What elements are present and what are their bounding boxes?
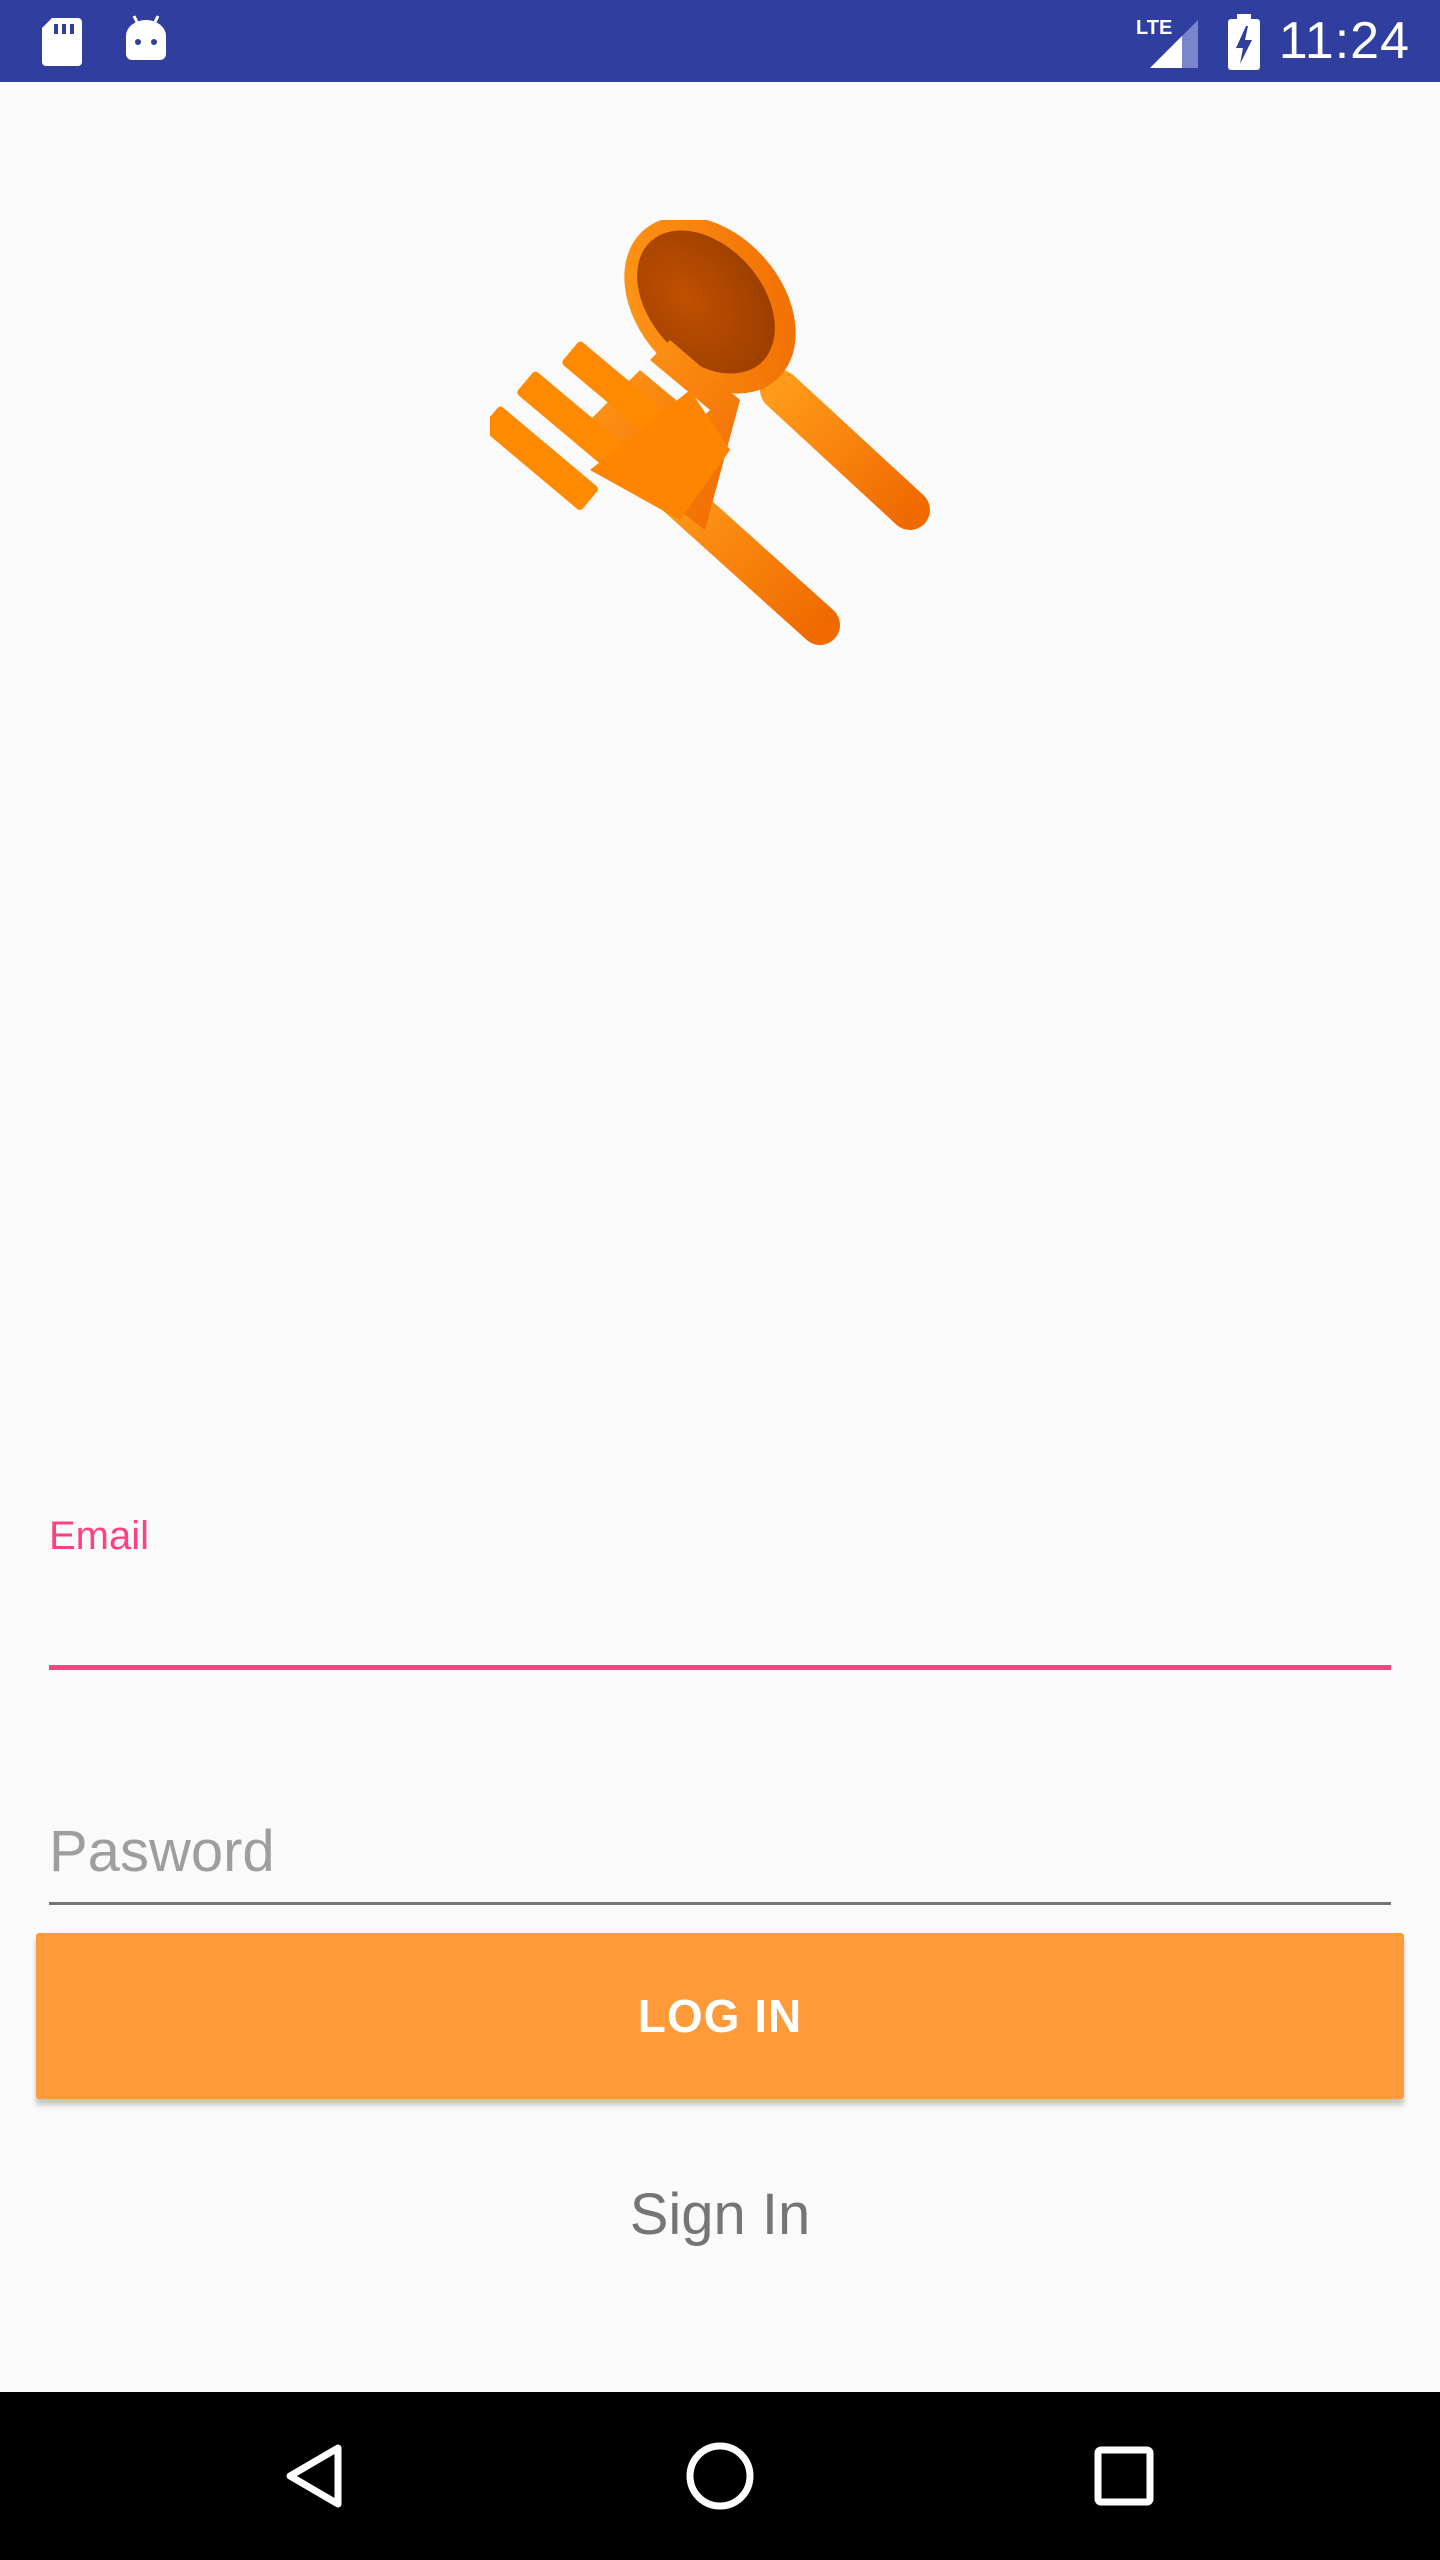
app-logo (482, 216, 950, 680)
email-label: Email (49, 1514, 150, 1558)
navigation-bar (0, 2392, 1440, 2560)
home-icon[interactable] (670, 2426, 770, 2526)
status-time: 11:24 (1278, 12, 1410, 70)
back-icon[interactable] (266, 2426, 366, 2526)
fork-and-spoon-icon (482, 216, 930, 645)
android-icon (124, 14, 168, 69)
signin-link[interactable]: Sign In (0, 2170, 1440, 2260)
sd-card-icon (40, 16, 84, 73)
battery-charging-icon (1226, 12, 1262, 77)
login-button[interactable]: LOG IN (36, 1933, 1404, 2099)
lte-signal-icon: LTE (1134, 12, 1200, 75)
status-bar: LTE 11:24 (0, 0, 1440, 82)
login-screen: LTE 11:24 Email LOG IN Sign In (0, 0, 1440, 2560)
password-field[interactable] (49, 1800, 1391, 1905)
recents-icon[interactable] (1074, 2426, 1174, 2526)
email-field[interactable] (49, 1570, 1391, 1670)
svg-text:LTE: LTE (1136, 17, 1172, 39)
